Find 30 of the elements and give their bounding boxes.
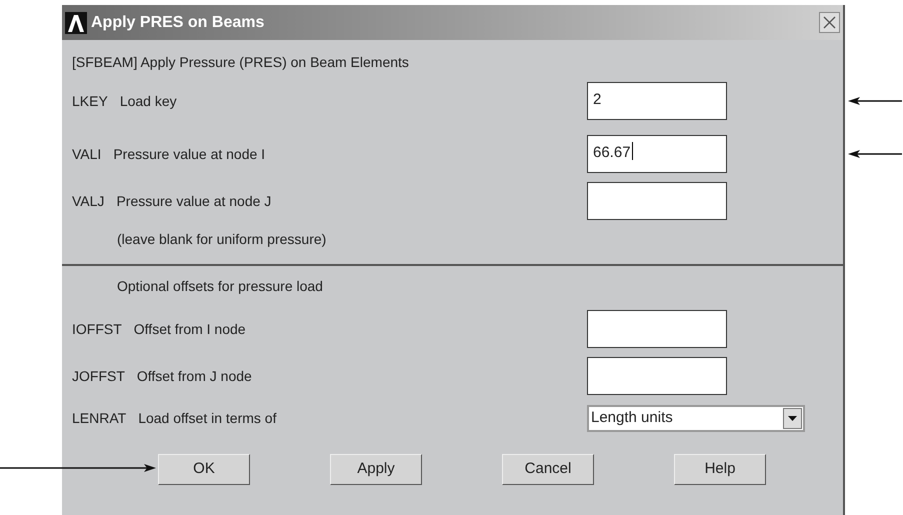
note-text: Optional offsets for pressure load bbox=[117, 276, 323, 296]
close-button[interactable] bbox=[819, 12, 840, 33]
input-field[interactable] bbox=[587, 182, 727, 220]
input-field[interactable] bbox=[587, 310, 727, 348]
parameter-code: VALI bbox=[72, 144, 102, 164]
parameter-code: IOFFST bbox=[72, 320, 122, 338]
field-label: Offset from I node bbox=[134, 320, 246, 338]
input-field[interactable]: 66.67 bbox=[587, 135, 727, 173]
dialog-button[interactable]: Help bbox=[674, 454, 766, 485]
input-field[interactable]: 2 bbox=[587, 82, 727, 120]
parameter-code: LKEY bbox=[72, 92, 108, 110]
dialog-button[interactable]: Apply bbox=[330, 454, 422, 485]
parameter-code: JOFFST bbox=[72, 366, 125, 386]
field-label: Load offset in terms of bbox=[138, 409, 276, 428]
app-logo-icon bbox=[65, 12, 87, 34]
parameter-code: LENRAT bbox=[72, 409, 126, 428]
parameter-code: VALJ bbox=[72, 192, 104, 210]
dialog-button[interactable]: OK bbox=[158, 454, 250, 485]
dropdown-caret-icon[interactable] bbox=[783, 408, 802, 429]
field-label: Offset from J node bbox=[136, 366, 252, 386]
dialog-heading: [SFBEAM] Apply Pressure (PRES) on Beam Elements bbox=[72, 53, 410, 72]
input-field[interactable] bbox=[587, 357, 727, 395]
window-title: Apply PRES on Beams bbox=[91, 12, 264, 32]
close-icon bbox=[823, 16, 836, 29]
dialog-button[interactable]: Cancel bbox=[502, 454, 594, 485]
field-label: Pressure value at node I bbox=[113, 144, 266, 164]
field-label: Load key bbox=[120, 92, 177, 111]
note-text: (leave blank for uniform pressure) bbox=[117, 230, 326, 249]
field-label: Pressure value at node J bbox=[116, 192, 272, 210]
dropdown-field[interactable]: Length units bbox=[587, 405, 805, 432]
